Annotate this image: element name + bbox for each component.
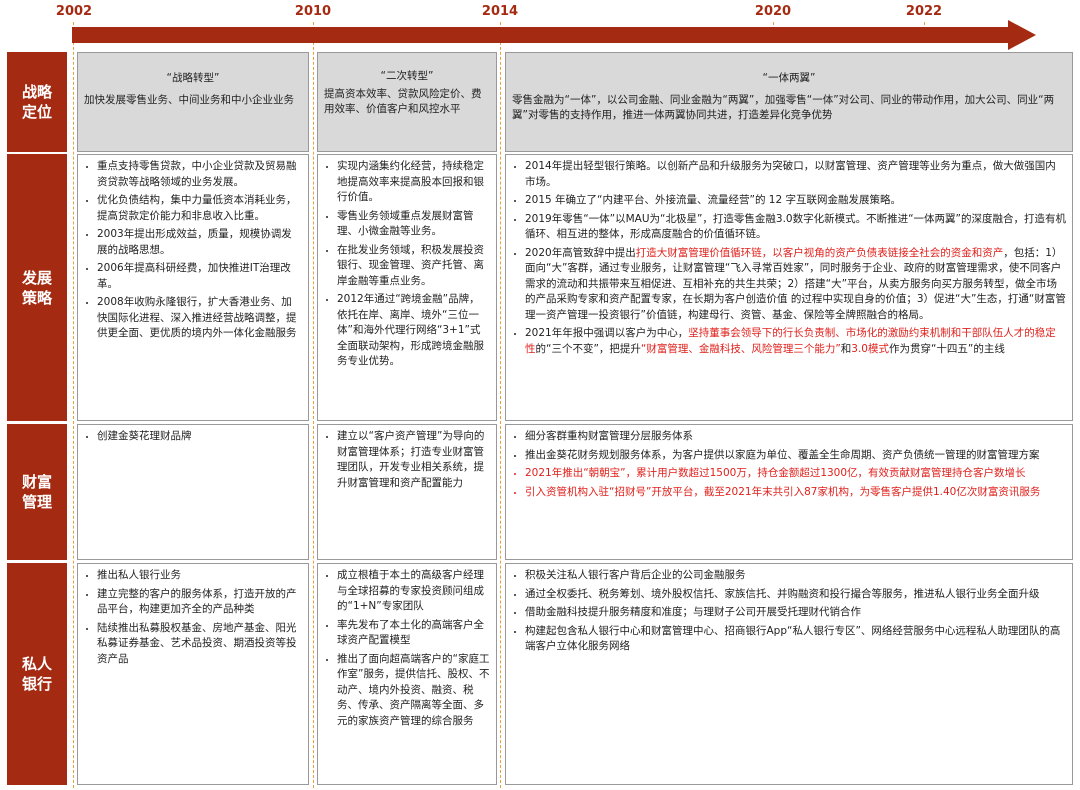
list-item: 借助金融科技提升服务精度和准度；与理财子公司开展受托理财代销合作 [525, 605, 1066, 621]
list-item: 优化负债结构，集中力量低资本消耗业务，提高贷款定价能力和非息收入比重。 [97, 193, 302, 224]
list-item: 重点支持零售贷款，中小企业贷款及贸易融资贷款等战略领域的业务发展。 [97, 159, 302, 190]
year-label: 2010 [294, 4, 332, 19]
year-divider [313, 22, 314, 788]
list-item: 在批发业务领域，积极发展投资银行、现金管理、资产托管、离岸金融等重点业务。 [337, 243, 490, 290]
position-title: “二次转型” [380, 70, 434, 82]
strategy-cell-2010: 实现内涵集约化经营，持续稳定地提高效率来提高股本回报和银行价值。 零售业务领域重… [317, 154, 497, 421]
list-item: 2015 年确立了“内建平台、外接流量、流量经营”的 12 字互联网金融发展策略… [525, 193, 1066, 209]
timeline-arrow [72, 27, 1010, 43]
position-text: 零售金融为“一体”，以公司金融、同业金融为“两翼”，加强零售“一体”对公司、同业… [512, 93, 1055, 122]
list-item: 推出了面向超高端客户的“家庭工作室”服务，提供信托、股权、不动产、境内外投资、融… [337, 652, 490, 730]
list-item: 率先发布了本土化的高端客户全球资产配置模型 [337, 618, 490, 649]
list-item: 2014年提出轻型银行策略。以创新产品和升级服务为突破口，以财富管理、资产管理等… [525, 159, 1066, 190]
list-item: 创建金葵花理财品牌 [97, 429, 302, 445]
text-segment: 的“三个不变”，把提升 [535, 342, 641, 355]
list-item: 2021年年报中强调以客户为中心，坚持董事会领导下的行长负责制、市场化的激励约束… [525, 326, 1066, 357]
list-item: 2008年收购永隆银行，扩大香港业务、加快国际化进程、深入推进经营战略调整，提供… [97, 295, 302, 342]
position-title: “一体两翼” [762, 72, 816, 84]
position-cell-2002: “战略转型” 加快发展零售业务、中间业务和中小企业业务 [77, 52, 309, 152]
list-item: 通过全权委托、税务筹划、境外股权信托、家族信托、并购融资和投行撮合等服务，推进私… [525, 587, 1066, 603]
wealth-cell-2002: 创建金葵花理财品牌 [77, 424, 309, 560]
timeline-arrow-head [1008, 20, 1036, 50]
wealth-cell-2014: 细分客群重构财富管理分层服务体系推出金葵花财务规划服务体系，为客户提供以家庭为单… [505, 424, 1073, 560]
text-segment: 和 [840, 342, 852, 355]
list-item: 零售业务领域重点发展财富管理、小微金融等业务。 [337, 209, 490, 240]
strategy-cell-2002: 重点支持零售贷款，中小企业贷款及贸易融资贷款等战略领域的业务发展。 优化负债结构… [77, 154, 309, 421]
year-label: 2002 [55, 4, 93, 19]
list-item: 2021年推出“朝朝宝”，累计用户数超过1500万，持仓金额超过1300亿，有效… [525, 466, 1066, 482]
list-item: 建立完整的客户的服务体系，打造开放的产品平台，构建更加齐全的产品种类 [97, 587, 302, 618]
year-label: 2020 [754, 4, 792, 19]
row-label-position: 战略 定位 [7, 52, 67, 152]
position-text: 加快发展零售业务、中间业务和中小企业业务 [84, 93, 294, 106]
list-item: 成立根植于本土的高级客户经理与全球招募的专家投资顾问组成的“1+N”专家团队 [337, 568, 490, 615]
position-title: “战略转型” [166, 72, 220, 84]
highlight-text: 打造大财富管理价值循环链，以客户视角的资产负债表链接全社会的资金和资产 [635, 246, 1004, 259]
row-label-strategy: 发展 策略 [7, 154, 67, 421]
highlight-text: “财富管理、金融科技、风险管理三个能力” [640, 342, 841, 355]
list-item: 推出金葵花财务规划服务体系，为客户提供以家庭为单位、覆盖全生命周期、资产负债统一… [525, 448, 1066, 464]
position-cell-2010: “二次转型” 提高资本效率、贷款风险定价、费用效率、价值客户和风控水平 [317, 52, 497, 152]
year-label: 2022 [905, 4, 943, 19]
year-divider [73, 22, 74, 788]
list-item: 2019年零售“一体”以MAU为“北极星”，打造零售金融3.0数字化新模式。不断… [525, 212, 1066, 243]
private-cell-2010: 成立根植于本土的高级客户经理与全球招募的专家投资顾问组成的“1+N”专家团队 率… [317, 563, 497, 785]
row-label-wealth: 财富 管理 [7, 424, 67, 560]
strategy-cell-2014: 2014年提出轻型银行策略。以创新产品和升级服务为突破口，以财富管理、资产管理等… [505, 154, 1073, 421]
list-item: 推出私人银行业务 [97, 568, 302, 584]
position-text: 提高资本效率、贷款风险定价、费用效率、价值客户和风控水平 [324, 87, 482, 116]
list-item: 2012年通过“跨境金融”品牌，依托在岸、离岸、境外“三位一体”和海外代理行网络… [337, 292, 490, 370]
text-segment: 2020年高管致辞中提出 [525, 246, 636, 259]
list-item: 构建起包含私人银行中心和财富管理中心、招商银行App“私人银行专区”、网络经营服… [525, 624, 1066, 655]
list-item: 2003年提出形成效益，质量，规模协调发展的战略思想。 [97, 227, 302, 258]
position-cell-2014: “一体两翼” 零售金融为“一体”，以公司金融、同业金融为“两翼”，加强零售“一体… [505, 52, 1073, 152]
private-cell-2014: 积极关注私人银行客户背后企业的公司金融服务 通过全权委托、税务筹划、境外股权信托… [505, 563, 1073, 785]
list-item: 建立以“客户资产管理”为导向的财富管理体系；打造专业财富管理团队，开发专业相关系… [337, 429, 490, 491]
text-segment: 2021年年报中强调以客户为中心， [525, 327, 689, 339]
highlight-text: 3.0模式 [851, 342, 889, 355]
list-item: 2006年提高科研经费，加快推进IT治理改革。 [97, 261, 302, 292]
list-item: 引入资管机构入驻“招财号”开放平台，截至2021年末共引入87家机构，为零售客户… [525, 485, 1066, 501]
text-segment: 作为贯穿“十四五”的主线 [888, 342, 1005, 355]
list-item: 细分客群重构财富管理分层服务体系 [525, 429, 1066, 445]
wealth-cell-2010: 建立以“客户资产管理”为导向的财富管理体系；打造专业财富管理团队，开发专业相关系… [317, 424, 497, 560]
row-label-private: 私人 银行 [7, 563, 67, 785]
list-item: 陆续推出私募股权基金、房地产基金、阳光私募证券基金、艺术品投资、期酒投资等投资产… [97, 621, 302, 668]
list-item: 实现内涵集约化经营，持续稳定地提高效率来提高股本回报和银行价值。 [337, 159, 490, 206]
year-label: 2014 [481, 4, 519, 19]
year-divider [500, 22, 501, 788]
private-cell-2002: 推出私人银行业务 建立完整的客户的服务体系，打造开放的产品平台，构建更加齐全的产… [77, 563, 309, 785]
list-item: 积极关注私人银行客户背后企业的公司金融服务 [525, 568, 1066, 584]
list-item: 2020年高管致辞中提出打造大财富管理价值循环链，以客户视角的资产负债表链接全社… [525, 246, 1066, 324]
